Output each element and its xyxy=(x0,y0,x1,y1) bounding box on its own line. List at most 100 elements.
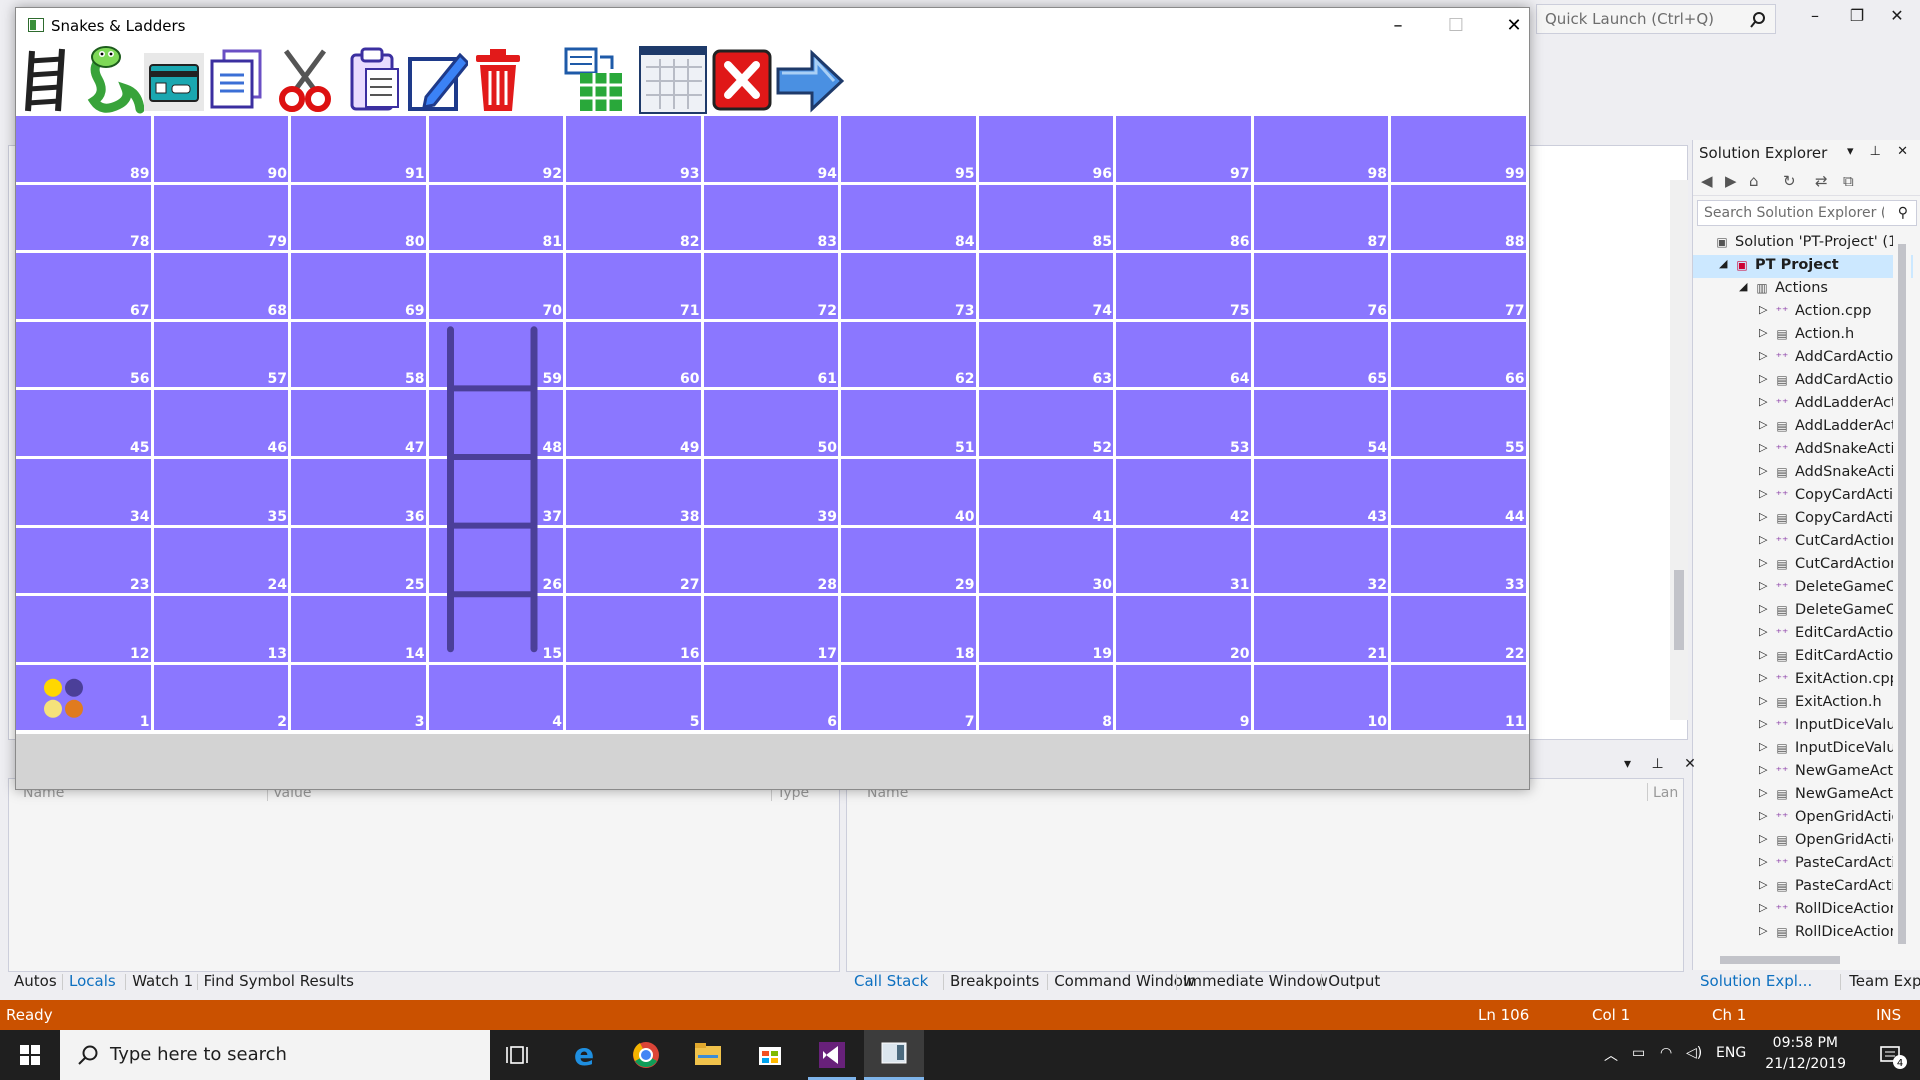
expand-arrow-icon[interactable]: ▷ xyxy=(1759,763,1767,776)
expand-arrow-icon[interactable]: ▷ xyxy=(1759,326,1767,339)
back-icon[interactable]: ◀ xyxy=(1701,172,1713,190)
solution-tree-item[interactable]: ▷ ⁺⁺ AddSnakeActi xyxy=(1693,439,1913,462)
taskbar-search-box[interactable]: Type here to search xyxy=(60,1030,490,1080)
file-explorer-app[interactable] xyxy=(678,1030,738,1080)
expand-arrow-icon[interactable]: ▷ xyxy=(1759,924,1767,937)
tab-output[interactable]: Output xyxy=(1328,972,1380,990)
callstack-panel-controls[interactable]: ▾ ⊥ ✕ xyxy=(1624,756,1704,772)
delete-button[interactable] xyxy=(470,45,526,115)
paste-card-button[interactable] xyxy=(344,45,406,115)
solution-tree-item[interactable]: ◢ ▥ Actions xyxy=(1693,278,1913,301)
expand-arrow-icon[interactable]: ▷ xyxy=(1759,487,1767,500)
tab-locals[interactable]: Locals xyxy=(69,972,116,990)
battery-icon[interactable]: ▭ xyxy=(1632,1045,1645,1061)
tab-call-stack[interactable]: Call Stack xyxy=(854,972,928,990)
language-indicator[interactable]: ENG xyxy=(1716,1045,1746,1061)
expand-arrow-icon[interactable]: ▷ xyxy=(1759,694,1767,707)
column-header-language[interactable]: Lan xyxy=(1653,785,1678,801)
solution-tree-item[interactable]: ▷ ⁺⁺ ExitAction.cpp xyxy=(1693,669,1913,692)
vs-minimize-button[interactable]: – xyxy=(1800,6,1830,30)
solution-tree-item[interactable]: ▷ ▤ DeleteGameO xyxy=(1693,600,1913,623)
expand-arrow-icon[interactable]: ▷ xyxy=(1759,671,1767,684)
solution-tree-item[interactable]: ▷ ▤ CopyCardActio xyxy=(1693,508,1913,531)
expand-arrow-icon[interactable]: ◢ xyxy=(1739,280,1747,293)
open-grid-button[interactable] xyxy=(638,45,708,115)
expand-arrow-icon[interactable]: ▷ xyxy=(1759,832,1767,845)
expand-arrow-icon[interactable]: ▷ xyxy=(1759,602,1767,615)
save-grid-button[interactable] xyxy=(564,45,626,115)
expand-arrow-icon[interactable]: ▷ xyxy=(1759,809,1767,822)
expand-arrow-icon[interactable]: ▷ xyxy=(1759,625,1767,638)
expand-arrow-icon[interactable]: ◢ xyxy=(1719,257,1727,270)
expand-arrow-icon[interactable]: ▷ xyxy=(1759,740,1767,753)
tab-command-window[interactable]: Command Window xyxy=(1054,972,1195,990)
tab-watch-1[interactable]: Watch 1 xyxy=(132,972,193,990)
expand-arrow-icon[interactable]: ▷ xyxy=(1759,395,1767,408)
home-icon[interactable]: ⌂ xyxy=(1749,172,1759,190)
expand-arrow-icon[interactable]: ▷ xyxy=(1759,855,1767,868)
add-ladder-button[interactable] xyxy=(18,45,80,115)
chrome-app[interactable] xyxy=(616,1030,676,1080)
exit-button[interactable] xyxy=(710,45,772,115)
store-app[interactable] xyxy=(740,1030,800,1080)
solution-explorer-scrollbar[interactable] xyxy=(1893,234,1911,944)
solution-tree-item[interactable]: ▷ ▤ ExitAction.h xyxy=(1693,692,1913,715)
title-bar[interactable]: Snakes & Ladders – ☐ ✕ xyxy=(16,8,1529,43)
solution-tree-item[interactable]: ▷ ⁺⁺ Action.cpp xyxy=(1693,301,1913,324)
solution-tree-item[interactable]: ▷ ⁺⁺ OpenGridActio xyxy=(1693,807,1913,830)
solution-tree-item[interactable]: ▷ ⁺⁺ PasteCardActio xyxy=(1693,853,1913,876)
clock-date[interactable]: 21/12/2019 xyxy=(1765,1056,1846,1072)
volume-icon[interactable]: ◁) xyxy=(1686,1045,1702,1061)
task-view-button[interactable] xyxy=(490,1030,550,1080)
expand-arrow-icon[interactable]: ▷ xyxy=(1759,533,1767,546)
expand-arrow-icon[interactable]: ▷ xyxy=(1759,441,1767,454)
tab-immediate-window[interactable]: Immediate Window xyxy=(1183,972,1328,990)
expand-arrow-icon[interactable]: ▷ xyxy=(1759,418,1767,431)
show-hidden-icons-icon[interactable]: ︿ xyxy=(1604,1045,1618,1065)
vs-close-button[interactable]: ✕ xyxy=(1882,6,1912,30)
solution-tree-item[interactable]: ▷ ▤ Action.h xyxy=(1693,324,1913,347)
expand-arrow-icon[interactable]: ▷ xyxy=(1759,303,1767,316)
expand-arrow-icon[interactable]: ▷ xyxy=(1759,786,1767,799)
cut-card-button[interactable] xyxy=(274,45,336,115)
snakes-ladders-app[interactable] xyxy=(864,1030,924,1080)
solution-tree-item[interactable]: ▷ ⁺⁺ AddCardActio xyxy=(1693,347,1913,370)
panel-controls[interactable]: ▾ ⊥ ✕ xyxy=(1847,144,1914,159)
solution-explorer-search[interactable]: Search Solution Explorer ( ⚲ xyxy=(1697,200,1917,226)
solution-tree-item[interactable]: ▷ ⁺⁺ AddLadderAct xyxy=(1693,393,1913,416)
clock-time[interactable]: 09:58 PM xyxy=(1773,1035,1838,1051)
start-button[interactable] xyxy=(0,1030,60,1080)
solution-tree-item[interactable]: ▷ ⁺⁺ DeleteGameO xyxy=(1693,577,1913,600)
solution-tree-item[interactable]: ▣ Solution 'PT-Project' (1 p xyxy=(1693,232,1913,255)
expand-arrow-icon[interactable]: ▷ xyxy=(1759,556,1767,569)
solution-tree-item[interactable]: ▷ ⁺⁺ CutCardAction xyxy=(1693,531,1913,554)
solution-tree-item[interactable]: ▷ ▤ NewGameActi xyxy=(1693,784,1913,807)
tab-solution-expl[interactable]: Solution Expl... xyxy=(1700,972,1812,990)
switch-to-play-button[interactable] xyxy=(776,45,845,115)
expand-arrow-icon[interactable]: ▷ xyxy=(1759,717,1767,730)
maximize-button[interactable]: ☐ xyxy=(1427,8,1485,43)
solution-tree-item[interactable]: ▷ ⁺⁺ NewGameActi xyxy=(1693,761,1913,784)
expand-arrow-icon[interactable]: ▷ xyxy=(1759,648,1767,661)
solution-tree-item[interactable]: ▷ ▤ PasteCardActio xyxy=(1693,876,1913,899)
solution-tree-item[interactable]: ▷ ⁺⁺ InputDiceValue xyxy=(1693,715,1913,738)
solution-tree-item[interactable]: ▷ ⁺⁺ CopyCardActio xyxy=(1693,485,1913,508)
edit-card-button[interactable] xyxy=(406,45,471,115)
tab-breakpoints[interactable]: Breakpoints xyxy=(950,972,1039,990)
sync-icon[interactable]: ↻ xyxy=(1783,172,1796,190)
expand-arrow-icon[interactable]: ▷ xyxy=(1759,372,1767,385)
solution-tree-item[interactable]: ▷ ▤ InputDiceValue xyxy=(1693,738,1913,761)
refresh-icon[interactable]: ⇄ xyxy=(1815,172,1828,190)
add-card-button[interactable] xyxy=(144,45,204,115)
edge-app[interactable]: e xyxy=(554,1030,614,1080)
close-button[interactable]: ✕ xyxy=(1485,8,1543,43)
solution-tree-item[interactable]: ◢ ▣ PT Project xyxy=(1693,255,1913,278)
solution-tree-item[interactable]: ▷ ▤ EditCardAction xyxy=(1693,646,1913,669)
solution-tree-item[interactable]: ▷ ▤ AddSnakeActi xyxy=(1693,462,1913,485)
expand-arrow-icon[interactable]: ▷ xyxy=(1759,349,1767,362)
solution-tree-item[interactable]: ▷ ▤ CutCardAction xyxy=(1693,554,1913,577)
expand-arrow-icon[interactable]: ▷ xyxy=(1759,579,1767,592)
tab-team-explorer[interactable]: Team Explorer xyxy=(1849,972,1920,990)
expand-arrow-icon[interactable]: ▷ xyxy=(1759,901,1767,914)
wifi-icon[interactable]: ◠ xyxy=(1660,1045,1672,1061)
